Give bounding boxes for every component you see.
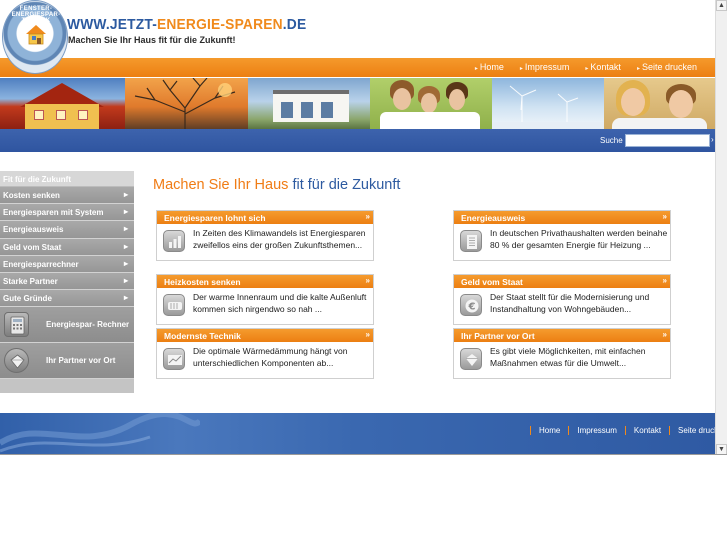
browser-viewport: FENSTER-ENERGIESPAR-TECHNIK WWW.JETZT-EN… xyxy=(0,0,727,455)
tagline: Machen Sie Ihr Haus fit für die Zukunft! xyxy=(68,35,236,45)
sidebar: Fit für die Zukunft Kosten senken ▸ Energ… xyxy=(0,171,134,393)
teaser-box-heizkosten[interactable]: Heizkosten senken» Der warme Innenraum u… xyxy=(156,274,374,325)
sidebar-item-gute-gruende[interactable]: Gute Gründe ▸ xyxy=(0,290,134,308)
scroll-down-icon[interactable]: ▼ xyxy=(716,444,727,454)
double-arrow-icon[interactable]: » xyxy=(663,276,667,285)
banner-photo-modern-house xyxy=(248,78,370,130)
euro-icon: € xyxy=(460,294,482,316)
sidebar-tool-partner[interactable]: Ihr Partner vor Ort xyxy=(0,343,134,380)
teaser-box-text: Es gibt viele Möglichkeiten, mit einfach… xyxy=(490,346,646,368)
house-icon xyxy=(26,25,46,45)
page: FENSTER-ENERGIESPAR-TECHNIK WWW.JETZT-EN… xyxy=(0,0,715,454)
footer-impressum[interactable]: Impressum xyxy=(568,426,625,435)
footer-swirl-decoration xyxy=(0,413,200,453)
top-nav-bar: ▸ Home ▸ Impressum ▸ Kontakt ▸ Seite drucken xyxy=(0,58,715,77)
calculator-icon xyxy=(4,312,29,338)
chevron-right-icon: ▸ xyxy=(123,207,128,217)
search-label: Suche xyxy=(600,136,623,145)
top-nav-impressum[interactable]: ▸ Impressum xyxy=(520,62,570,72)
teaser-box-header[interactable]: Modernste Technik» xyxy=(157,329,373,342)
top-nav-links: ▸ Home ▸ Impressum ▸ Kontakt ▸ Seite drucken xyxy=(475,62,697,72)
sidebar-item-energiesparrechner[interactable]: Energiesparrechner ▸ xyxy=(0,255,134,273)
footer-links: Home Impressum Kontakt Seite drucken xyxy=(530,426,715,435)
chevron-right-icon: ▸ xyxy=(123,275,128,285)
double-arrow-icon[interactable]: » xyxy=(366,330,370,339)
logo-seal-text: FENSTER-ENERGIESPAR-TECHNIK xyxy=(11,6,61,24)
teaser-box-text: In deutschen Privathaushalten werden bei… xyxy=(490,228,668,250)
double-arrow-icon[interactable]: » xyxy=(663,330,667,339)
sidebar-item-kosten-senken[interactable]: Kosten senken ▸ xyxy=(0,187,134,205)
double-arrow-icon[interactable]: » xyxy=(366,212,370,221)
sidebar-tool-rechner[interactable]: Energiespar- Rechner xyxy=(0,307,134,344)
diamond-icon xyxy=(460,348,482,370)
footer-kontakt[interactable]: Kontakt xyxy=(624,426,669,435)
sidebar-item-geld-vom-staat[interactable]: Geld vom Staat ▸ xyxy=(0,238,134,256)
double-arrow-icon[interactable]: » xyxy=(663,212,667,221)
sidebar-item-energiesparen-mit-system[interactable]: Energiesparen mit System ▸ xyxy=(0,204,134,222)
radiator-icon xyxy=(163,294,185,316)
sidebar-heading[interactable]: Fit für die Zukunft xyxy=(0,171,134,187)
url-highlight: ENERGIE-SPAREN xyxy=(157,16,283,33)
arrow-bullet-icon: ▸ xyxy=(474,66,478,72)
teaser-box-energiesparen[interactable]: Energiesparen lohnt sich» In Zeiten des … xyxy=(156,210,374,261)
banner-photo-wind xyxy=(492,78,604,130)
document-icon xyxy=(460,230,482,252)
banner-photo-children xyxy=(604,78,715,130)
logo-seal[interactable]: FENSTER-ENERGIESPAR-TECHNIK xyxy=(2,0,68,74)
teaser-box-header[interactable]: Ihr Partner vor Ort» xyxy=(454,329,670,342)
diamond-icon xyxy=(4,348,29,374)
sidebar-item-starke-partner[interactable]: Starke Partner ▸ xyxy=(0,272,134,291)
site-footer: Home Impressum Kontakt Seite drucken xyxy=(0,413,715,454)
teaser-box-text: Die optimale Wärmedämmung hängt von unte… xyxy=(193,346,348,368)
site-header: FENSTER-ENERGIESPAR-TECHNIK WWW.JETZT-EN… xyxy=(0,0,715,74)
teaser-box-text: In Zeiten des Klimawandels ist Energiesp… xyxy=(193,228,366,250)
top-nav-home[interactable]: ▸ Home xyxy=(475,62,504,72)
search-bar: Suche › xyxy=(0,129,715,152)
arrow-bullet-icon: ▸ xyxy=(636,66,640,72)
sidebar-tool-label: Ihr Partner vor Ort xyxy=(46,356,116,366)
banner-photo-family xyxy=(370,78,492,130)
site-url-logo[interactable]: WWW.JETZT-ENERGIE-SPAREN.DE xyxy=(67,16,306,33)
teaser-box-header[interactable]: Heizkosten senken» xyxy=(157,275,373,288)
vertical-scrollbar[interactable]: ▲ ▼ xyxy=(715,0,727,454)
sidebar-item-energieausweis[interactable]: Energieausweis ▸ xyxy=(0,221,134,239)
top-nav-print[interactable]: ▸ Seite drucken xyxy=(637,62,697,72)
bar-chart-icon xyxy=(163,230,185,252)
teaser-box-partner-vor-ort[interactable]: Ihr Partner vor Ort» Es gibt viele Mögli… xyxy=(453,328,671,379)
svg-text:€: € xyxy=(468,302,476,313)
chevron-right-icon: ▸ xyxy=(123,224,128,234)
chevron-right-icon: ▸ xyxy=(123,293,128,303)
banner-photo-house xyxy=(0,78,125,130)
teaser-box-geld-vom-staat[interactable]: Geld vom Staat» € Der Staat stellt für d… xyxy=(453,274,671,325)
page-title: Machen Sie Ihr Haus fit für die Zukunft xyxy=(153,177,401,193)
photo-banner xyxy=(0,77,715,130)
search-input[interactable] xyxy=(625,134,710,147)
top-nav-kontakt[interactable]: ▸ Kontakt xyxy=(585,62,621,72)
line-chart-icon xyxy=(163,348,185,370)
url-suffix: .DE xyxy=(282,16,307,33)
arrow-bullet-icon: ▸ xyxy=(585,66,589,72)
chevron-right-icon: ▸ xyxy=(123,190,128,199)
scroll-up-icon[interactable]: ▲ xyxy=(716,0,727,11)
chevron-right-icon: ▸ xyxy=(123,258,128,268)
footer-home[interactable]: Home xyxy=(530,426,568,435)
chevron-right-icon: ▸ xyxy=(123,241,128,251)
sidebar-tool-label: Energiespar- Rechner xyxy=(46,320,130,330)
teaser-box-text: Der Staat stellt für die Modernisierung … xyxy=(490,292,650,314)
arrow-bullet-icon: ▸ xyxy=(519,66,523,72)
banner-photo-tree xyxy=(125,78,248,130)
url-prefix: WWW.JETZT- xyxy=(67,16,158,33)
teaser-box-header[interactable]: Energieausweis» xyxy=(454,211,670,224)
footer-print[interactable]: Seite drucken xyxy=(669,426,715,435)
double-arrow-icon[interactable]: » xyxy=(366,276,370,285)
teaser-box-text: Der warme Innenraum und die kalte Außenl… xyxy=(193,292,367,314)
teaser-box-header[interactable]: Energiesparen lohnt sich» xyxy=(157,211,373,224)
teaser-box-modernste-technik[interactable]: Modernste Technik» Die optimale Wärmedäm… xyxy=(156,328,374,379)
teaser-box-header[interactable]: Geld vom Staat» xyxy=(454,275,670,288)
teaser-box-energieausweis[interactable]: Energieausweis» In deutschen Privathaush… xyxy=(453,210,671,261)
